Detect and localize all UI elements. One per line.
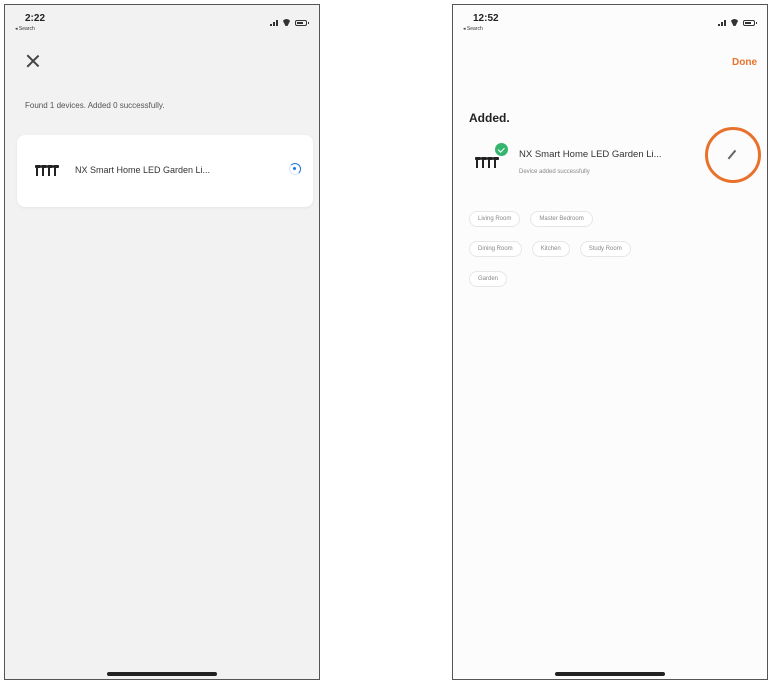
done-button[interactable]: Done bbox=[732, 57, 757, 68]
wifi-icon bbox=[730, 19, 739, 26]
room-chip-dining-room[interactable]: Dining Room bbox=[469, 241, 522, 257]
room-chip-living-room[interactable]: Living Room bbox=[469, 211, 521, 227]
battery-icon bbox=[743, 19, 757, 26]
device-status-text: Device added successfully bbox=[519, 169, 590, 175]
device-name: NX Smart Home LED Garden Li... bbox=[519, 149, 662, 160]
edit-device-name-area bbox=[705, 127, 761, 183]
phone-screen-left: 2:22 ◂ Search Found 1 devices. Added 0 s… bbox=[4, 4, 320, 680]
status-time: 2:22 bbox=[25, 13, 46, 24]
garden-lights-icon bbox=[475, 157, 499, 168]
back-to-search-link[interactable]: ◂ Search bbox=[463, 26, 483, 32]
loading-spinner-icon bbox=[289, 163, 301, 175]
check-badge-icon bbox=[495, 143, 508, 156]
room-chips: Living Room Master Bedroom Dining Room K… bbox=[469, 211, 759, 301]
home-indicator[interactable] bbox=[107, 672, 217, 676]
status-icons bbox=[718, 19, 757, 26]
device-name: NX Smart Home LED Garden Li... bbox=[75, 165, 211, 175]
wifi-icon bbox=[282, 19, 291, 26]
close-icon[interactable] bbox=[25, 53, 41, 69]
status-bar: 12:52 ◂ Search bbox=[453, 13, 767, 43]
added-title: Added. bbox=[469, 111, 510, 125]
highlight-circle bbox=[705, 127, 761, 183]
status-time: 12:52 bbox=[473, 13, 499, 24]
room-chip-master-bedroom[interactable]: Master Bedroom bbox=[530, 211, 593, 227]
status-bar: 2:22 ◂ Search bbox=[5, 13, 319, 43]
back-to-search-link[interactable]: ◂ Search bbox=[15, 26, 35, 32]
status-icons bbox=[270, 19, 309, 26]
signal-icon bbox=[270, 19, 278, 26]
garden-lights-icon bbox=[35, 165, 59, 176]
phone-screen-right: 12:52 ◂ Search Done Added. NX Smart Home… bbox=[452, 4, 768, 680]
room-chip-garden[interactable]: Garden bbox=[469, 271, 508, 287]
home-indicator[interactable] bbox=[555, 672, 665, 676]
found-devices-text: Found 1 devices. Added 0 successfully. bbox=[25, 101, 165, 110]
room-chip-study-room[interactable]: Study Room bbox=[579, 241, 631, 257]
device-card[interactable]: NX Smart Home LED Garden Li... bbox=[17, 135, 313, 207]
battery-icon bbox=[295, 19, 309, 26]
room-chip-kitchen[interactable]: Kitchen bbox=[531, 241, 570, 257]
signal-icon bbox=[718, 19, 726, 26]
